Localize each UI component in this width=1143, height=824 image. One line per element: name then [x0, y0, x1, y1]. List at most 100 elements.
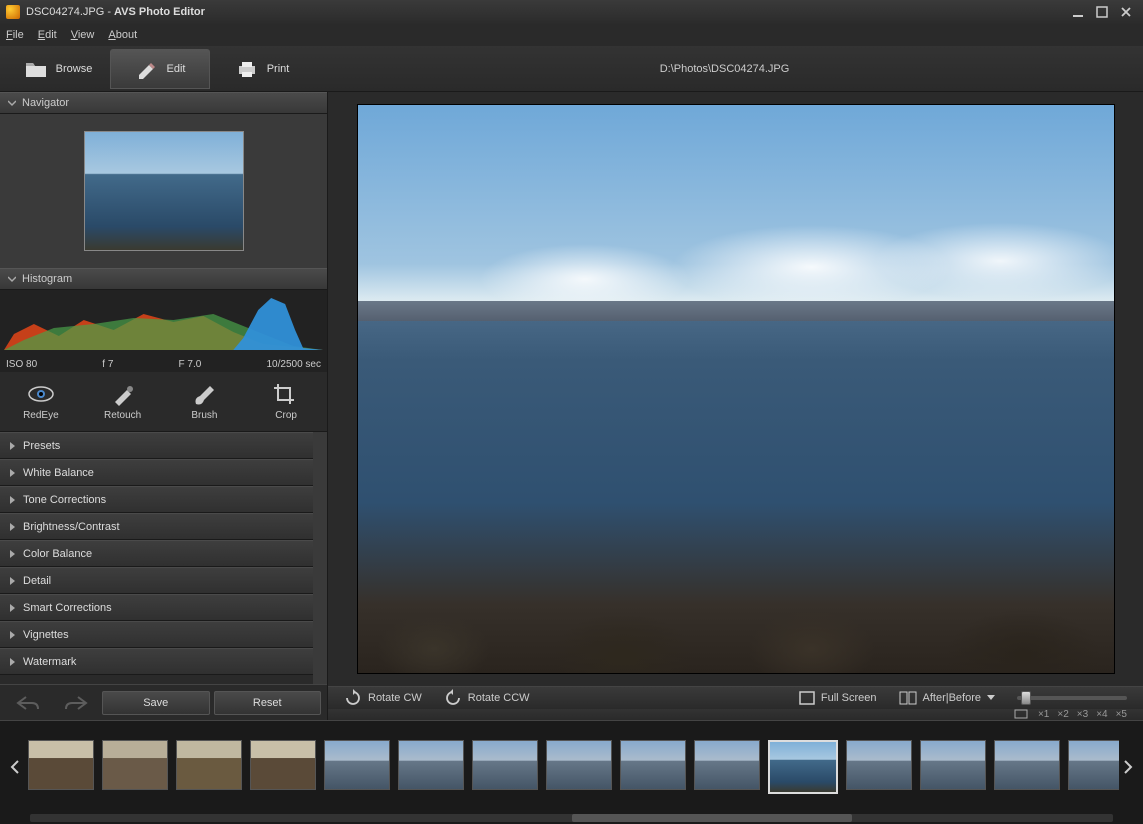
rotate-cw-button[interactable]: Rotate CW — [344, 689, 422, 707]
canvas-area: Rotate CW Rotate CCW Full Screen After|B… — [328, 92, 1143, 720]
panel-histogram-title: Histogram — [22, 273, 72, 285]
tab-browse-label: Browse — [56, 63, 93, 75]
tab-print-label: Print — [267, 63, 290, 75]
acc-label: Watermark — [23, 656, 76, 668]
minimize-button[interactable] — [1067, 4, 1089, 20]
crop-icon — [272, 382, 300, 406]
canvas-decor — [358, 553, 1114, 673]
main-canvas[interactable] — [357, 104, 1115, 674]
scrollbar-handle[interactable] — [572, 814, 852, 822]
redo-button[interactable] — [54, 691, 98, 715]
thumbnail[interactable] — [472, 740, 538, 790]
tool-retouch-label: Retouch — [104, 410, 141, 421]
window-title: DSC04274.JPG - AVS Photo Editor — [26, 6, 1067, 18]
thumbnail-scrollbar[interactable] — [0, 812, 1143, 824]
close-button[interactable] — [1115, 4, 1137, 20]
save-label: Save — [143, 697, 168, 709]
title-filename: DSC04274.JPG — [26, 6, 104, 18]
tool-redeye[interactable]: RedEye — [9, 382, 73, 421]
fullscreen-button[interactable]: Full Screen — [799, 691, 877, 705]
thumbnail[interactable] — [250, 740, 316, 790]
tab-edit[interactable]: Edit — [110, 49, 210, 89]
thumbnail[interactable] — [620, 740, 686, 790]
tool-crop[interactable]: Crop — [254, 382, 318, 421]
acc-watermark[interactable]: Watermark — [0, 648, 313, 675]
after-before-dropdown[interactable]: After|Before — [899, 691, 996, 705]
tab-print[interactable]: Print — [212, 49, 312, 89]
histogram-aperture: F 7.0 — [179, 359, 202, 370]
zoom-slider-thumb[interactable] — [1021, 691, 1031, 705]
save-button[interactable]: Save — [102, 691, 210, 715]
chevron-right-icon — [10, 550, 15, 558]
thumb-prev-button[interactable] — [6, 732, 24, 802]
canvas-toolbar: Rotate CW Rotate CCW Full Screen After|B… — [328, 686, 1143, 709]
panel-navigator-header[interactable]: Navigator — [0, 92, 327, 114]
main-toolbar: Browse Edit Print D:\Photos\DSC04274.JPG — [0, 46, 1143, 92]
acc-vignettes[interactable]: Vignettes — [0, 621, 313, 648]
histogram-body: ISO 80 f 7 F 7.0 10/2500 sec — [0, 290, 327, 372]
fullscreen-icon — [799, 691, 815, 705]
chevron-right-icon — [10, 604, 15, 612]
menu-file[interactable]: File — [6, 29, 24, 41]
thumbnail[interactable] — [694, 740, 760, 790]
undo-button[interactable] — [6, 691, 50, 715]
collapse-icon — [8, 275, 16, 283]
zoom-x2[interactable]: ×2 — [1057, 709, 1068, 720]
pencil-icon — [135, 59, 159, 79]
thumbnail[interactable] — [546, 740, 612, 790]
tool-retouch[interactable]: Retouch — [91, 382, 155, 421]
panel-histogram-header[interactable]: Histogram — [0, 268, 327, 290]
menu-bar: File Edit View About — [0, 24, 1143, 46]
app-icon — [6, 5, 20, 19]
acc-tone-corrections[interactable]: Tone Corrections — [0, 486, 313, 513]
menu-view[interactable]: View — [71, 29, 95, 41]
thumbnail-strip — [0, 720, 1143, 812]
chevron-right-icon — [10, 523, 15, 531]
zoom-x3[interactable]: ×3 — [1077, 709, 1088, 720]
acc-brightness-contrast[interactable]: Brightness/Contrast — [0, 513, 313, 540]
menu-edit[interactable]: Edit — [38, 29, 57, 41]
rotate-ccw-button[interactable]: Rotate CCW — [444, 689, 530, 707]
acc-white-balance[interactable]: White Balance — [0, 459, 313, 486]
thumbnail[interactable] — [102, 740, 168, 790]
title-sep: - — [104, 6, 114, 18]
thumbnail[interactable] — [176, 740, 242, 790]
zoom-x5[interactable]: ×5 — [1116, 709, 1127, 720]
left-panel: Navigator Histogram ISO 80 f 7 F 7.0 — [0, 92, 328, 720]
thumbnail[interactable] — [846, 740, 912, 790]
zoom-fit-icon[interactable] — [1014, 709, 1028, 719]
left-bottom-bar: Save Reset — [0, 684, 327, 720]
chevron-right-icon — [10, 658, 15, 666]
thumb-next-button[interactable] — [1119, 732, 1137, 802]
thumbnail[interactable] — [324, 740, 390, 790]
navigator-thumbnail[interactable] — [84, 131, 244, 251]
accordion-scrollbar[interactable] — [313, 432, 327, 684]
acc-presets[interactable]: Presets — [0, 432, 313, 459]
histogram-iso: ISO 80 — [6, 359, 37, 370]
zoom-x1[interactable]: ×1 — [1038, 709, 1049, 720]
menu-about[interactable]: About — [108, 29, 137, 41]
acc-label: Vignettes — [23, 629, 69, 641]
retouch-icon — [109, 382, 137, 406]
zoom-slider[interactable] — [1017, 696, 1127, 700]
thumbnail[interactable] — [1068, 740, 1119, 790]
acc-label: Detail — [23, 575, 51, 587]
acc-color-balance[interactable]: Color Balance — [0, 540, 313, 567]
tool-brush[interactable]: Brush — [172, 382, 236, 421]
thumbnail[interactable] — [994, 740, 1060, 790]
rotate-ccw-icon — [444, 689, 462, 707]
maximize-button[interactable] — [1091, 4, 1113, 20]
chevron-right-icon — [10, 496, 15, 504]
printer-icon — [235, 59, 259, 79]
reset-button[interactable]: Reset — [214, 691, 322, 715]
thumbnail-selected[interactable] — [768, 740, 838, 794]
chevron-down-icon — [987, 695, 995, 701]
histogram-shutter: 10/2500 sec — [266, 359, 321, 370]
zoom-x4[interactable]: ×4 — [1096, 709, 1107, 720]
thumbnail[interactable] — [398, 740, 464, 790]
thumbnail[interactable] — [28, 740, 94, 790]
acc-detail[interactable]: Detail — [0, 567, 313, 594]
acc-smart-corrections[interactable]: Smart Corrections — [0, 594, 313, 621]
thumbnail[interactable] — [920, 740, 986, 790]
tab-browse[interactable]: Browse — [8, 49, 108, 89]
